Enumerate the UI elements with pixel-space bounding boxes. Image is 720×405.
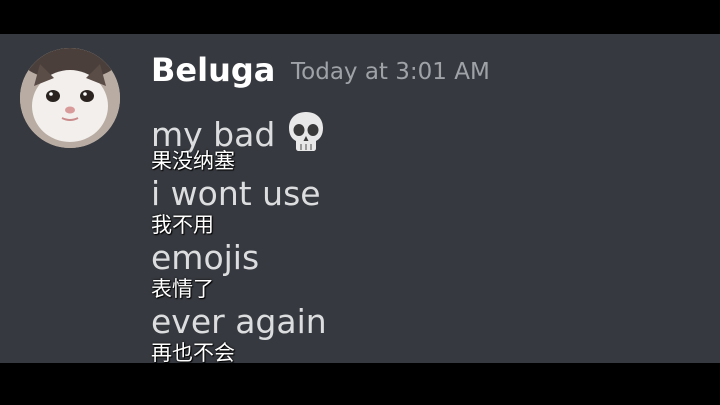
subtitle-line: 果没纳塞	[151, 149, 235, 173]
subtitle-line: 再也不会	[151, 341, 235, 363]
message-content: my bad 果没纳塞 i wont use 我不用 emojis 表情了 ev…	[151, 110, 691, 363]
cat-avatar-icon	[20, 48, 120, 148]
message-line: i wont use	[151, 174, 321, 213]
video-frame: Beluga Today at 3:01 AM my bad 果没纳塞 i wo…	[0, 0, 720, 405]
message-line: my bad	[151, 110, 691, 154]
chat-message-area: Beluga Today at 3:01 AM my bad 果没纳塞 i wo…	[0, 34, 720, 363]
subtitle-line: 表情了	[151, 277, 214, 301]
skull-icon	[289, 112, 324, 151]
avatar[interactable]	[20, 48, 120, 148]
message-line: emojis	[151, 238, 260, 277]
subtitle-line: 我不用	[151, 213, 214, 237]
author-name[interactable]: Beluga	[151, 50, 275, 90]
message-line: ever again	[151, 302, 327, 341]
message-timestamp: Today at 3:01 AM	[291, 59, 490, 85]
